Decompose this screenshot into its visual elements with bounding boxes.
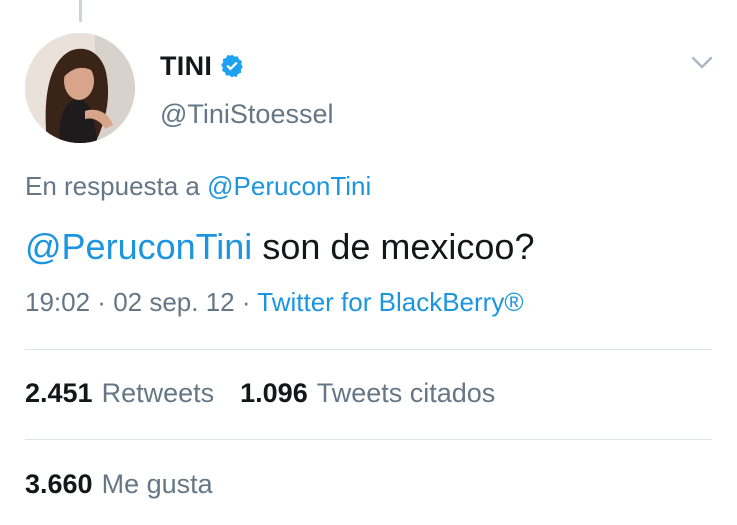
tweet-body: son de mexicoo? xyxy=(252,226,535,267)
chevron-down-icon[interactable] xyxy=(690,55,714,71)
tweet-date[interactable]: 02 sep. 12 xyxy=(113,287,234,317)
likes-stats: 3.660 Me gusta xyxy=(25,469,239,500)
quote-tweets-count: 1.096 xyxy=(240,378,308,408)
tweet-source-link[interactable]: Twitter for BlackBerry® xyxy=(257,287,523,317)
verified-badge-icon xyxy=(219,53,245,79)
meta-separator: · xyxy=(234,287,258,317)
quote-tweets-stat[interactable]: 1.096 Tweets citados xyxy=(240,378,495,409)
user-handle[interactable]: @TiniStoessel xyxy=(160,99,333,130)
meta-separator: · xyxy=(90,287,114,317)
likes-count: 3.660 xyxy=(25,469,93,499)
user-name-row[interactable]: TINI xyxy=(160,48,245,84)
tweet-mention-link[interactable]: @PeruconTini xyxy=(25,226,252,267)
engagement-stats: 2.451 Retweets 1.096 Tweets citados xyxy=(25,378,521,409)
display-name[interactable]: TINI xyxy=(160,51,212,82)
thread-connector-line xyxy=(79,0,82,22)
retweets-label: Retweets xyxy=(101,378,215,408)
likes-stat[interactable]: 3.660 Me gusta xyxy=(25,469,213,500)
tweet-detail: TINI @TiniStoessel En respuesta a @Peruc… xyxy=(0,0,737,525)
divider xyxy=(25,439,712,440)
likes-label: Me gusta xyxy=(101,469,213,499)
tweet-time[interactable]: 19:02 xyxy=(25,287,90,317)
quote-tweets-label: Tweets citados xyxy=(316,378,496,408)
tweet-meta: 19:02 · 02 sep. 12 · Twitter for BlackBe… xyxy=(25,287,523,318)
divider xyxy=(25,349,712,350)
retweets-count: 2.451 xyxy=(25,378,93,408)
reply-context: En respuesta a @PeruconTini xyxy=(25,171,371,202)
retweets-stat[interactable]: 2.451 Retweets xyxy=(25,378,214,409)
avatar[interactable] xyxy=(25,33,135,143)
reply-prefix: En respuesta a xyxy=(25,171,208,201)
reply-mention-link[interactable]: @PeruconTini xyxy=(207,171,371,201)
tweet-text: @PeruconTini son de mexicoo? xyxy=(25,226,534,268)
